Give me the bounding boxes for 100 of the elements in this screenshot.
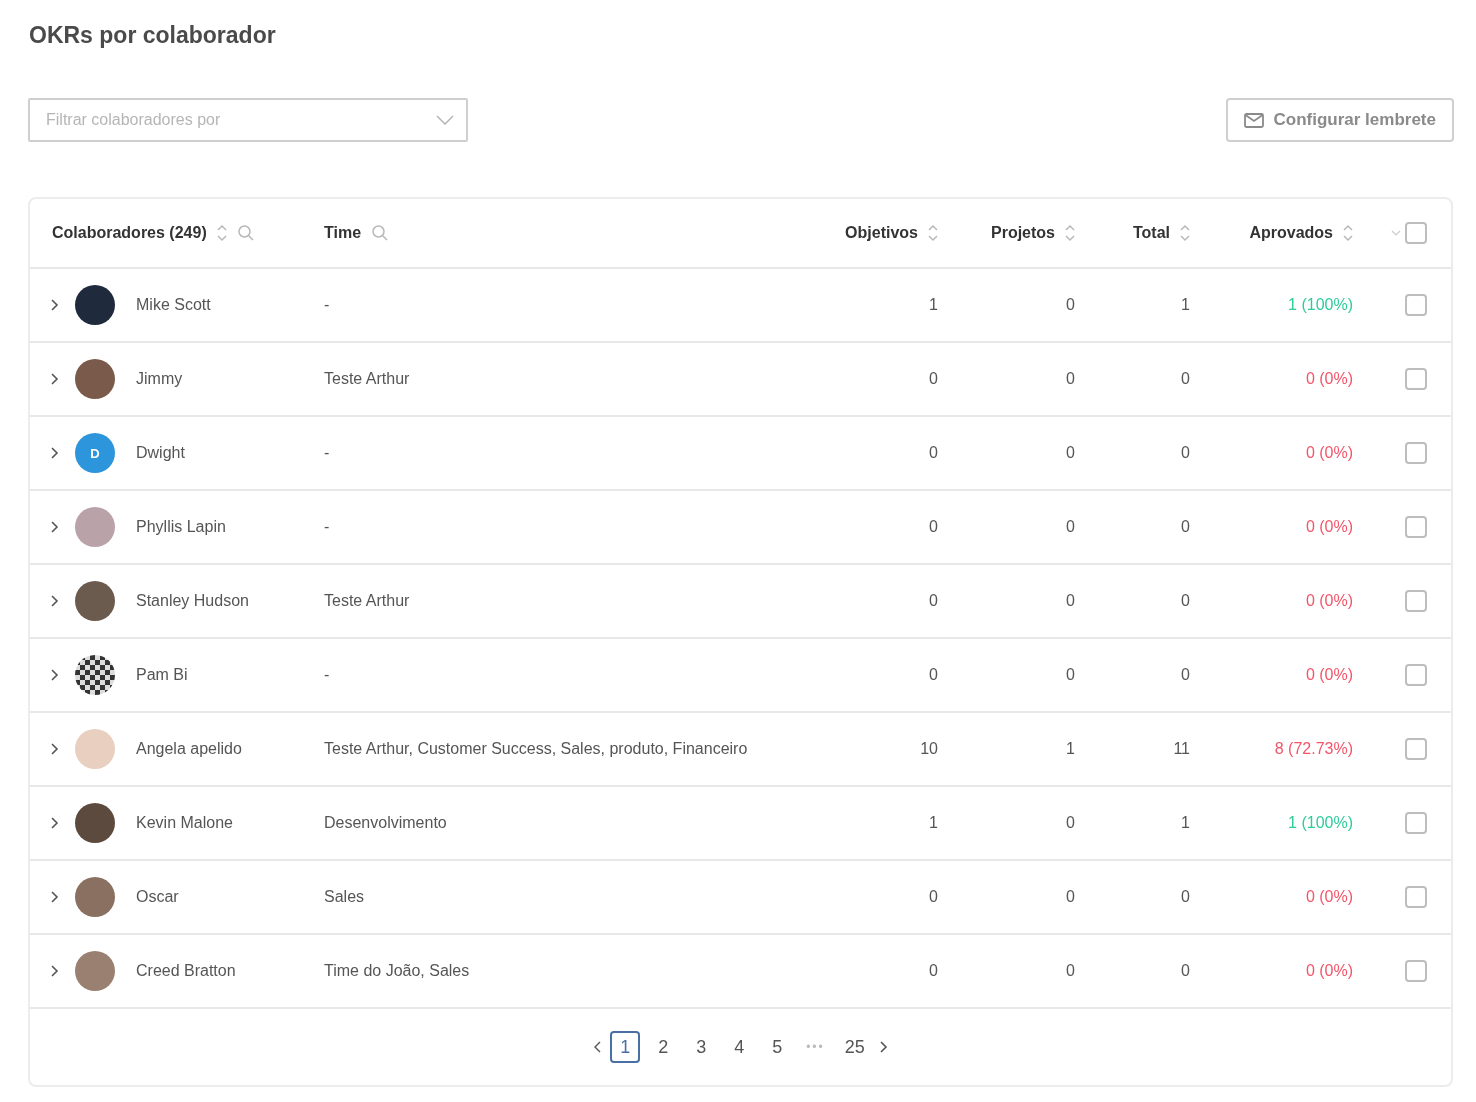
team-cell-text: Sales [323,888,366,906]
expand-chevron-icon[interactable] [50,668,59,682]
collaborator-name: Mike Scott [135,296,212,314]
count-cell-text: 0 [1065,444,1076,462]
count-cell-text: 0 [928,370,939,388]
envelope-icon [1243,112,1264,128]
sort-icon[interactable] [1065,224,1075,242]
approved-cell-text: 8 (72.73%) [1273,740,1354,758]
chevron-down-icon[interactable] [1391,230,1401,236]
row-checkbox[interactable] [1405,886,1427,908]
count-cell-text: 0 [1065,814,1076,832]
expand-chevron-icon[interactable] [50,964,59,978]
count-cell-text: 0 [1065,962,1076,980]
team-cell-text: Time do João, Sales [323,962,471,980]
page-button[interactable]: 2 [648,1031,679,1063]
count-cell-text: 1 [928,814,939,832]
column-header: Time [324,224,362,242]
collaborator-name: Jimmy [135,370,184,388]
collaborator-name: Dwight [135,444,186,462]
count-cell-text: 0 [1180,666,1191,684]
column-header: Total [1132,224,1170,242]
column-header: Projetos [991,224,1055,242]
count-cell-text: 0 [1065,888,1076,906]
approved-cell-text: 0 (0%) [1304,518,1354,536]
team-cell-text: - [323,518,331,536]
count-cell-text: 0 [1065,296,1076,314]
team-cell-text: - [323,296,331,314]
count-cell-text: 0 [928,444,939,462]
expand-chevron-icon[interactable] [50,816,59,830]
expand-chevron-icon[interactable] [50,594,59,608]
page-title: OKRs por colaborador [29,22,277,50]
expand-chevron-icon[interactable] [50,890,59,904]
count-cell-text: 1 [1180,296,1191,314]
page-button[interactable]: 1 [610,1031,641,1063]
page-button[interactable]: 3 [686,1031,717,1063]
row-checkbox[interactable] [1405,294,1427,316]
count-cell-text: 0 [1180,592,1191,610]
approved-cell-text: 0 (0%) [1304,370,1354,388]
count-cell-text: 0 [928,666,939,684]
collaborator-name: Angela apelido [135,740,243,758]
row-checkbox[interactable] [1405,516,1427,538]
team-cell-text: Teste Arthur, Customer Success, Sales, produto, Financeiro [323,740,749,758]
page-button[interactable]: 5 [762,1031,793,1063]
approved-cell-text: 0 (0%) [1304,666,1354,684]
team-cell-text: Teste Arthur [323,370,411,388]
collaborator-name: Phyllis Lapin [135,518,227,536]
column-header: Aprovados [1249,224,1333,242]
sort-icon[interactable] [1343,224,1353,242]
row-checkbox[interactable] [1405,368,1427,390]
count-cell-text: 1 [1065,740,1076,758]
row-checkbox[interactable] [1405,590,1427,612]
count-cell-text: 0 [1065,666,1076,684]
search-icon[interactable] [371,224,390,242]
row-checkbox[interactable] [1405,812,1427,834]
count-cell-text: 0 [1065,592,1076,610]
next-page-icon[interactable] [878,1040,888,1054]
page-button[interactable]: 25 [838,1031,871,1063]
approved-cell-text: 0 (0%) [1304,888,1354,906]
collaborator-name: Stanley Hudson [135,592,250,610]
count-cell-text: 0 [1065,518,1076,536]
row-checkbox[interactable] [1405,664,1427,686]
approved-cell-text: 0 (0%) [1304,962,1354,980]
count-cell-text: 1 [928,296,939,314]
count-cell-text: 0 [928,888,939,906]
sort-icon[interactable] [928,224,938,242]
count-cell-text: 0 [928,518,939,536]
team-cell-text: - [323,444,331,462]
sort-icon[interactable] [1180,224,1190,242]
previous-page-icon[interactable] [593,1040,603,1054]
expand-chevron-icon[interactable] [50,298,59,312]
sort-icon[interactable] [216,224,227,242]
approved-cell-text: 0 (0%) [1304,592,1354,610]
approved-cell-text: 0 (0%) [1304,444,1354,462]
avatar-initial: D [75,433,115,473]
select-all-checkbox[interactable] [1405,222,1427,244]
expand-chevron-icon[interactable] [50,520,59,534]
count-cell-text: 0 [1180,518,1191,536]
team-cell-text: - [323,666,331,684]
expand-chevron-icon[interactable] [50,742,59,756]
count-cell-text: 10 [919,740,939,758]
expand-chevron-icon[interactable] [50,372,59,386]
collaborator-name: Creed Bratton [135,962,237,980]
approved-cell-text: 1 (100%) [1287,814,1354,832]
page-button[interactable]: 4 [724,1031,755,1063]
team-cell-text: Teste Arthur [323,592,411,610]
column-header: Colaboradores (249) [52,224,207,242]
row-checkbox[interactable] [1405,738,1427,760]
collaborator-name: Pam Bi [135,666,189,684]
count-cell-text: 0 [928,962,939,980]
collaborator-name: Kevin Malone [135,814,234,832]
team-cell-text: Desenvolvimento [323,814,448,832]
row-checkbox[interactable] [1405,442,1427,464]
approved-cell-text: 1 (100%) [1287,296,1354,314]
row-checkbox[interactable] [1405,960,1427,982]
count-cell-text: 0 [1180,962,1191,980]
expand-chevron-icon[interactable] [50,446,59,460]
search-icon[interactable] [236,224,255,242]
count-cell-text: 0 [1180,370,1191,388]
filter-select[interactable]: Filtrar colaboradores por [28,98,468,142]
count-cell-text: 0 [1180,888,1191,906]
